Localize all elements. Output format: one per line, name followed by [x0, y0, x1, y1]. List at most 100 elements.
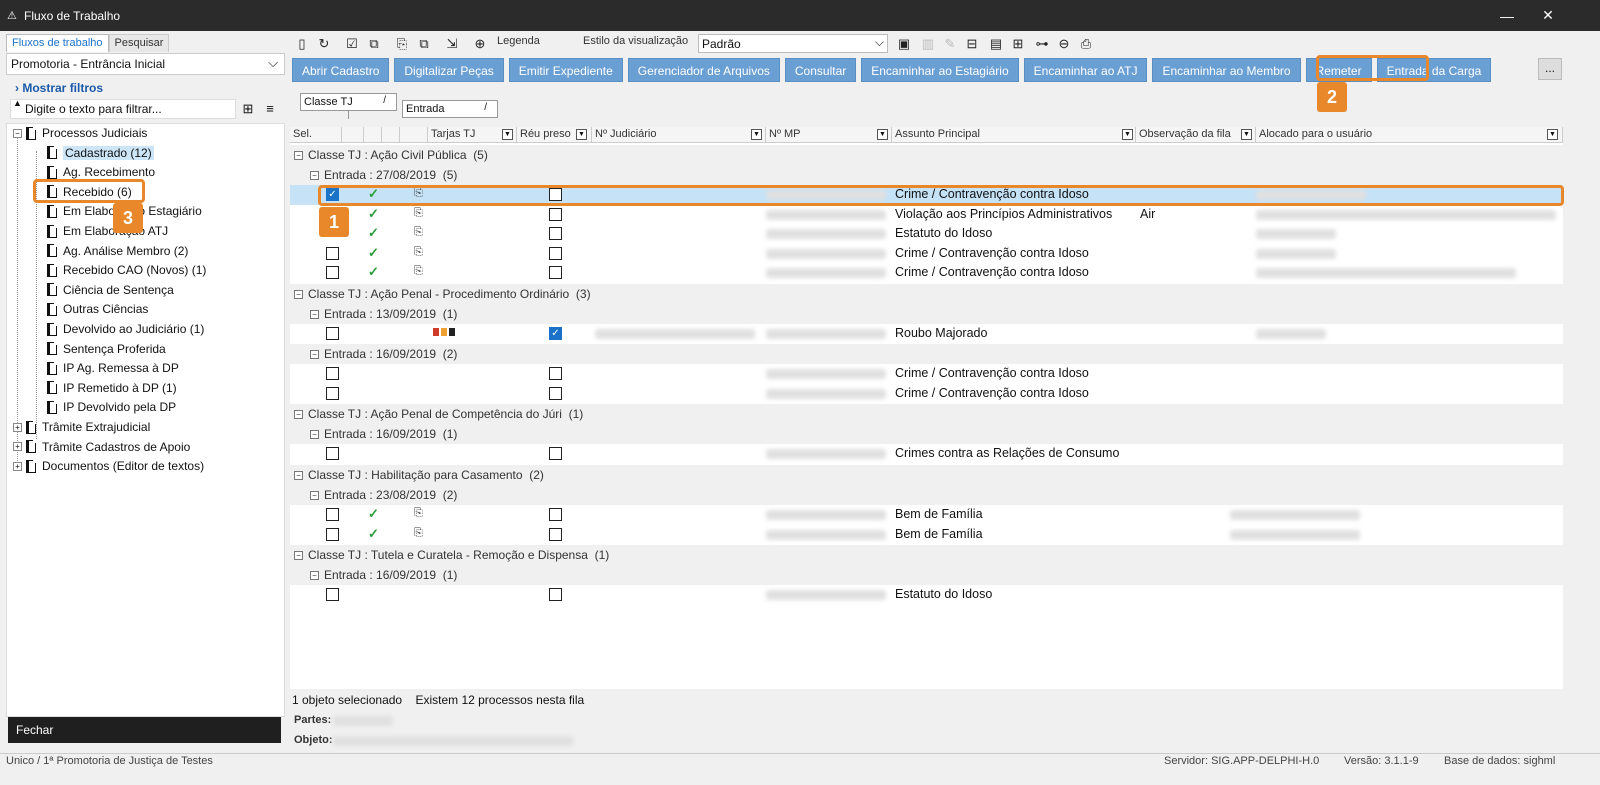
row-checkbox[interactable] — [326, 266, 339, 279]
col-n-mp[interactable]: Nº MP — [766, 127, 892, 143]
collapse-icon[interactable]: − — [294, 150, 303, 160]
collapse-icon[interactable]: − — [294, 550, 303, 560]
collapse-icon[interactable]: − — [310, 309, 319, 319]
table-row[interactable]: Crime / Contravenção contra Idoso — [290, 383, 1563, 403]
tree-node-cadastrado[interactable]: Cadastrado (12) — [47, 144, 154, 162]
row-checkbox[interactable] — [326, 447, 339, 460]
entry-row[interactable]: − Entrada : 16/09/2019 (2) — [290, 344, 1563, 364]
expand-icon[interactable]: + — [13, 422, 22, 432]
select-all-icon[interactable]: ☑ — [342, 34, 362, 54]
reu-preso-checkbox[interactable] — [549, 588, 562, 601]
tree-node-documentos[interactable]: + Documentos (Editor de textos) — [13, 457, 204, 475]
collapse-icon[interactable]: − — [310, 429, 319, 439]
reu-preso-checkbox[interactable] — [549, 266, 562, 279]
report-icon[interactable]: ▤ — [986, 34, 1006, 54]
collapse-all-icon[interactable]: ⊖ — [1054, 34, 1074, 54]
col-n-judiciario[interactable]: Nº Judiciário — [592, 127, 766, 143]
col-sel[interactable]: Sel. — [290, 127, 342, 143]
filter-dropdown-icon[interactable]: ▼ — [751, 129, 762, 140]
group-row[interactable]: − Classe TJ : Habilitação para Casamento … — [290, 465, 1563, 485]
export-icon[interactable]: ⇲ — [442, 34, 462, 54]
encaminhar-estagiario-button[interactable]: Encaminhar ao Estagiário — [861, 58, 1019, 82]
tree-node-em-elaboracao-atj[interactable]: Em Elaboração ATJ — [47, 222, 168, 240]
table-row[interactable]: ✓ ⎘ Violação aos Princípios Administrati… — [290, 204, 1563, 224]
collapse-icon[interactable]: − — [294, 289, 303, 299]
filter-dropdown-icon[interactable]: ▼ — [1122, 129, 1133, 140]
entry-row[interactable]: − Entrada : 16/09/2019 (1) — [290, 565, 1563, 585]
expand-icon[interactable]: + — [13, 442, 22, 452]
attachment-icon[interactable]: ⎘ — [414, 265, 423, 278]
group-row[interactable]: − Classe TJ : Tutela e Curatela - Remoção… — [290, 545, 1563, 565]
tree-node-ip-remetido[interactable]: IP Remetido à DP (1) — [47, 379, 177, 397]
attachment-icon[interactable]: ⎘ — [414, 507, 423, 520]
show-filters-link[interactable]: › Mostrar filtros — [15, 81, 103, 95]
row-checkbox[interactable] — [326, 386, 339, 400]
col-assunto[interactable]: Assunto Principal — [892, 127, 1136, 143]
consultar-button[interactable]: Consultar — [784, 58, 857, 82]
close-window-button[interactable]: ✕ — [1526, 0, 1570, 31]
view-style-select[interactable]: Padrão ⌵ — [698, 34, 888, 53]
columns-icon[interactable]: ⊟ — [962, 34, 982, 54]
row-checkbox[interactable] — [326, 508, 339, 521]
new-icon[interactable]: ▯ — [292, 34, 312, 54]
reu-preso-checkbox[interactable] — [549, 367, 562, 380]
gerenciador-arquivos-button[interactable]: Gerenciador de Arquivos — [627, 58, 780, 82]
table-row[interactable]: ✓ ⎘ Bem de Família — [290, 524, 1563, 544]
print-icon[interactable]: ⎙ — [1076, 34, 1096, 54]
collapse-icon[interactable]: − — [310, 170, 319, 180]
tree-node-ip-devolvido[interactable]: IP Devolvido pela DP — [47, 398, 176, 416]
group-box-entrada[interactable]: Entrada / — [402, 100, 498, 118]
tree-node-recebido-cao[interactable]: Recebido CAO (Novos) (1) — [47, 261, 206, 279]
reu-preso-checkbox[interactable] — [549, 527, 562, 541]
digitalizar-pecas-button[interactable]: Digitalizar Peças — [394, 58, 504, 82]
group-row[interactable]: − Classe TJ : Ação Civil Pública (5) — [290, 145, 1563, 165]
encaminhar-membro-button[interactable]: Encaminhar ao Membro — [1152, 58, 1301, 82]
tree-node-ag-analise-membro[interactable]: Ag. Análise Membro (2) — [47, 242, 188, 260]
copy-icon[interactable]: ⧉ — [364, 34, 384, 54]
table-row[interactable]: ✓ ⎘ Estatuto do Idoso — [290, 224, 1563, 244]
row-checkbox[interactable] — [326, 588, 339, 601]
tab-fluxos[interactable]: Fluxos de trabalho — [6, 34, 109, 52]
row-checkbox[interactable] — [326, 367, 339, 380]
entry-row[interactable]: − Entrada : 23/08/2019 (2) — [290, 485, 1563, 505]
tree-node-outras-ciencias[interactable]: Outras Ciências — [47, 300, 148, 318]
duplicate-icon[interactable]: ⧉ — [414, 34, 434, 54]
tab-pesquisar[interactable]: Pesquisar — [108, 34, 170, 52]
table-row[interactable]: ✓ ⎘ Crime / Contravenção contra Idoso — [290, 263, 1563, 283]
col-alocado[interactable]: Alocado para o usuário — [1256, 127, 1563, 143]
summary-icon[interactable]: ⊞ — [1008, 34, 1028, 54]
group-row[interactable]: − Classe TJ : Ação Penal - Procedimento O… — [290, 284, 1563, 304]
table-row[interactable]: Crimes contra as Relações de Consumo — [290, 444, 1563, 464]
attachment-icon[interactable]: ⎘ — [414, 527, 423, 540]
filter-input[interactable]: ▲ Digite o texto para filtrar... — [10, 98, 236, 119]
reu-preso-checkbox[interactable] — [549, 386, 562, 400]
fechar-button[interactable]: Fechar — [8, 717, 281, 743]
reu-preso-checkbox[interactable] — [549, 246, 562, 260]
tree-node-sentenca-proferida[interactable]: Sentença Proferida — [47, 340, 166, 358]
minimize-button[interactable]: — — [1485, 0, 1529, 31]
tree-node-devolvido-judiciario[interactable]: Devolvido ao Judiciário (1) — [47, 320, 204, 338]
tree-node-processos[interactable]: − Processos Judiciais — [13, 124, 147, 142]
group-box-classe[interactable]: Classe TJ / — [300, 93, 397, 111]
tree-node-ip-ag-remessa[interactable]: IP Ag. Remessa à DP — [47, 359, 179, 377]
entry-row[interactable]: − Entrada : 16/09/2019 (1) — [290, 424, 1563, 444]
entry-row[interactable]: − Entrada : 27/08/2019 (5) — [290, 165, 1563, 185]
table-row[interactable]: ✓ ⎘ Crime / Contravenção contra Idoso — [290, 243, 1563, 263]
tree-node-ciencia-sentenca[interactable]: Ciência de Sentença — [47, 281, 174, 299]
abrir-cadastro-button[interactable]: Abrir Cadastro — [292, 58, 390, 82]
row-checkbox[interactable] — [326, 246, 339, 260]
table-row[interactable]: Crime / Contravenção contra Idoso — [290, 364, 1563, 384]
filter-dropdown-icon[interactable]: ▼ — [502, 129, 513, 140]
table-row[interactable]: ✓ ⎘ Bem de Família — [290, 505, 1563, 525]
reu-preso-checkbox[interactable] — [549, 447, 562, 460]
legend-icon[interactable]: ⊕ — [470, 34, 490, 54]
table-row[interactable]: Estatuto do Idoso — [290, 585, 1563, 605]
group-row[interactable]: − Classe TJ : Ação Penal de Competência d… — [290, 404, 1563, 424]
entry-row[interactable]: − Entrada : 13/09/2019 (1) — [290, 304, 1563, 324]
expand-icon[interactable]: + — [13, 461, 22, 471]
collapse-icon[interactable]: − — [310, 349, 319, 359]
expand-tree-icon[interactable]: ⊞ — [240, 101, 256, 117]
more-button[interactable]: ... — [1538, 58, 1562, 80]
emitir-expediente-button[interactable]: Emitir Expediente — [508, 58, 623, 82]
table-row[interactable]: ✓ Roubo Majorado — [290, 324, 1563, 344]
